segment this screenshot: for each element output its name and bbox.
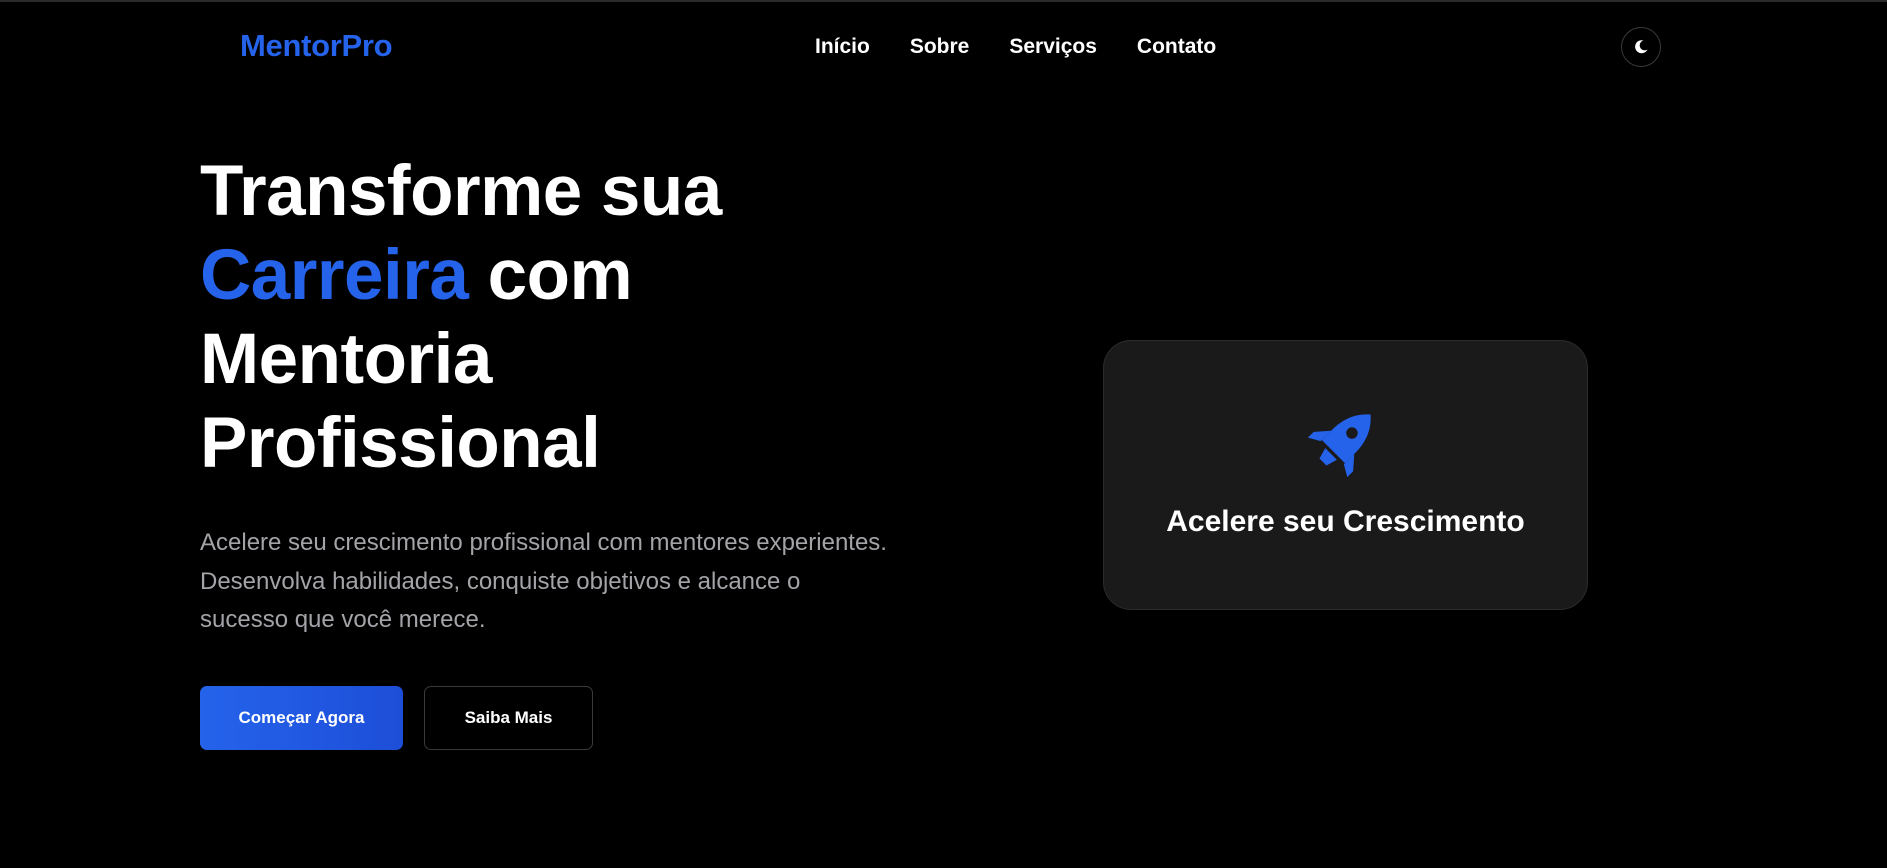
nav-link-servicos[interactable]: Serviços: [1009, 35, 1097, 59]
brand-logo[interactable]: MentorPro: [240, 28, 393, 64]
hero-title: Transforme sua Carreira com Mentoria Pro…: [200, 150, 900, 486]
nav-link-contato[interactable]: Contato: [1137, 35, 1216, 59]
nav-links: Início Sobre Serviços Contato: [815, 35, 1256, 59]
theme-toggle-button[interactable]: [1621, 27, 1661, 67]
start-now-button[interactable]: Começar Agora: [200, 685, 403, 750]
hero-title-accent: Carreira: [200, 236, 469, 315]
nav-link-sobre[interactable]: Sobre: [910, 35, 970, 59]
hero-buttons: Começar Agora Saiba Mais: [200, 685, 900, 750]
hero-title-line3: Mentoria: [200, 320, 492, 399]
learn-more-button[interactable]: Saiba Mais: [424, 685, 593, 750]
moon-icon: [1635, 40, 1648, 54]
card-title: Acelere seu Crescimento: [1166, 505, 1525, 538]
hero-description: Acelere seu crescimento profissional com…: [200, 529, 887, 633]
rocket-icon: [1307, 414, 1371, 478]
navbar: MentorPro Início Sobre Serviços Contato: [0, 2, 1887, 90]
feature-card: Acelere seu Crescimento: [1103, 340, 1588, 610]
nav-link-inicio[interactable]: Início: [815, 35, 870, 59]
hero-title-after-accent: com: [468, 236, 633, 315]
hero-section: Transforme sua Carreira com Mentoria Pro…: [200, 150, 900, 750]
hero-title-line1: Transforme sua: [200, 152, 722, 231]
hero-title-line4: Profissional: [200, 404, 601, 483]
